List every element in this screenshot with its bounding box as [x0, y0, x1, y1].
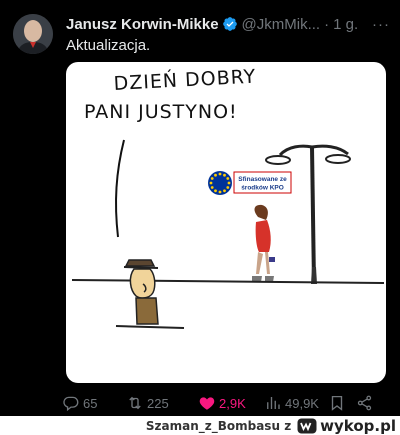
views-button[interactable]: 49,9K [264, 394, 328, 412]
retweet-count: 225 [147, 395, 169, 411]
tweet-card[interactable]: Janusz Korwin-Mikke @JkmMik... · 1 g. ··… [0, 0, 400, 416]
retweet-icon [129, 396, 141, 410]
watermark-site: wykop.pl [320, 416, 396, 435]
eu-funding-sign: Sfinasowane ze środków KPO [208, 171, 292, 195]
reply-icon [63, 396, 79, 412]
watermark-bar: Szaman_z_Bombasu z wykop.pl [0, 416, 400, 435]
post-time[interactable]: 1 g. [333, 16, 358, 33]
speech-line-1: DZIEŃ DOBRY [113, 65, 257, 95]
reply-count: 65 [83, 395, 98, 411]
speech-tail [115, 139, 125, 238]
action-bar: 65 225 2,9K 49,9K [62, 392, 392, 414]
verified-badge-icon [222, 17, 237, 31]
more-options-icon[interactable]: ··· [372, 16, 390, 33]
speech-line-2: PANI JUSTYNO! [84, 101, 238, 123]
share-icon [357, 395, 372, 411]
ground-line [71, 279, 385, 284]
bookmark-button[interactable] [328, 394, 356, 412]
view-count: 49,9K [285, 395, 319, 411]
bookmark-icon [331, 395, 343, 411]
comic-drawing: DZIEŃ DOBRY PANI JUSTYNO! Sfinasowane ze… [71, 65, 385, 329]
man-figure [115, 259, 185, 329]
sign-line-2: środków KPO [241, 185, 284, 192]
woman-figure [252, 204, 275, 282]
author-name[interactable]: Janusz Korwin-Mikke [66, 16, 219, 33]
tweet-text: Aktualizacja. [66, 37, 151, 54]
share-button[interactable] [356, 394, 376, 412]
sign-line-1: Sfinasowane ze [238, 176, 287, 183]
wykop-logo-icon [297, 418, 317, 433]
views-chart-icon [267, 397, 280, 409]
avatar[interactable] [13, 14, 53, 54]
wykop-logo: wykop.pl [297, 417, 396, 435]
like-button[interactable]: 2,9K [198, 394, 264, 412]
tweet-header: Janusz Korwin-Mikke @JkmMik... · 1 g. ··… [66, 14, 390, 34]
watermark-user: Szaman_z_Bombasu z [145, 418, 292, 433]
reply-button[interactable]: 65 [62, 394, 126, 412]
street-lamp [265, 144, 351, 285]
tweet-media-image[interactable]: DZIEŃ DOBRY PANI JUSTYNO! Sfinasowane ze… [66, 62, 386, 383]
separator-dot: · [324, 15, 330, 33]
heart-icon [199, 397, 215, 410]
like-count: 2,9K [219, 395, 246, 411]
retweet-button[interactable]: 225 [126, 394, 198, 412]
author-handle[interactable]: @JkmMik... [242, 16, 321, 33]
